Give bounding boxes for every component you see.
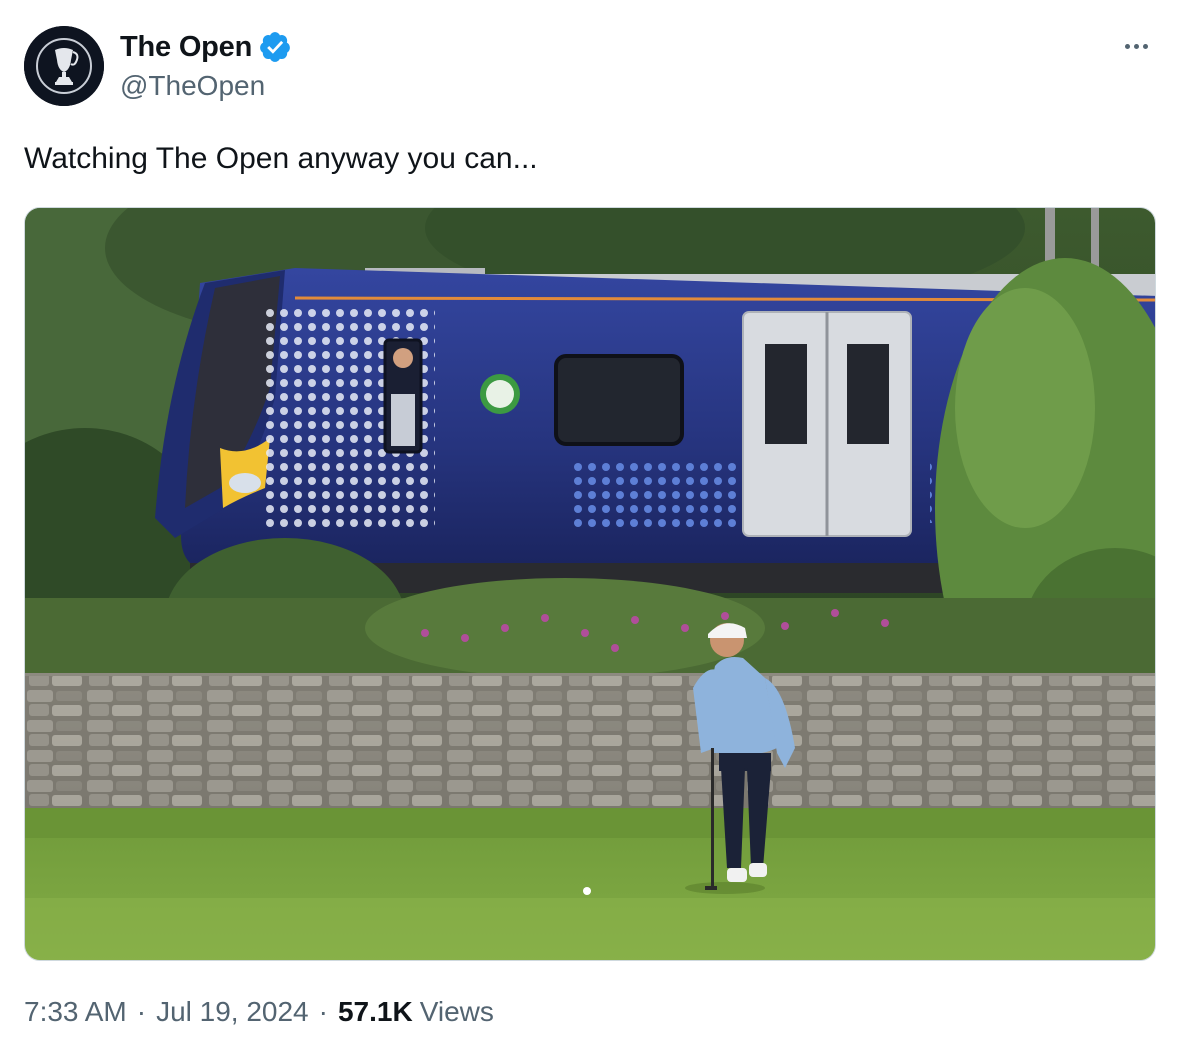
views-label: Views xyxy=(419,996,494,1027)
author-avatar[interactable] xyxy=(24,26,104,106)
more-horizontal-icon xyxy=(1124,43,1130,49)
tweet-meta: 7:33 AM · Jul 19, 2024 · 57.1K Views xyxy=(24,996,494,1028)
author-name-row: The Open xyxy=(120,30,292,64)
tweet-text: Watching The Open anyway you can... xyxy=(24,142,538,175)
more-options-button[interactable] xyxy=(1116,26,1156,66)
author-handle[interactable]: @TheOpen xyxy=(120,70,265,102)
verified-badge-icon xyxy=(258,30,292,64)
golf-train-photo xyxy=(25,208,1155,960)
tweet-header: The Open @TheOpen xyxy=(24,24,1156,108)
tweet-date[interactable]: Jul 19, 2024 xyxy=(156,996,309,1028)
meta-separator: · xyxy=(136,996,147,1027)
tweet-photo[interactable] xyxy=(24,207,1156,961)
meta-separator: · xyxy=(318,996,328,1027)
views-count: 57.1K xyxy=(337,996,413,1027)
author-display-name[interactable]: The Open xyxy=(120,31,252,64)
more-horizontal-icon xyxy=(1133,43,1139,49)
more-horizontal-icon xyxy=(1142,43,1148,49)
claret-jug-trophy-icon xyxy=(24,26,104,106)
tweet-time[interactable]: 7:33 AM xyxy=(24,996,127,1028)
